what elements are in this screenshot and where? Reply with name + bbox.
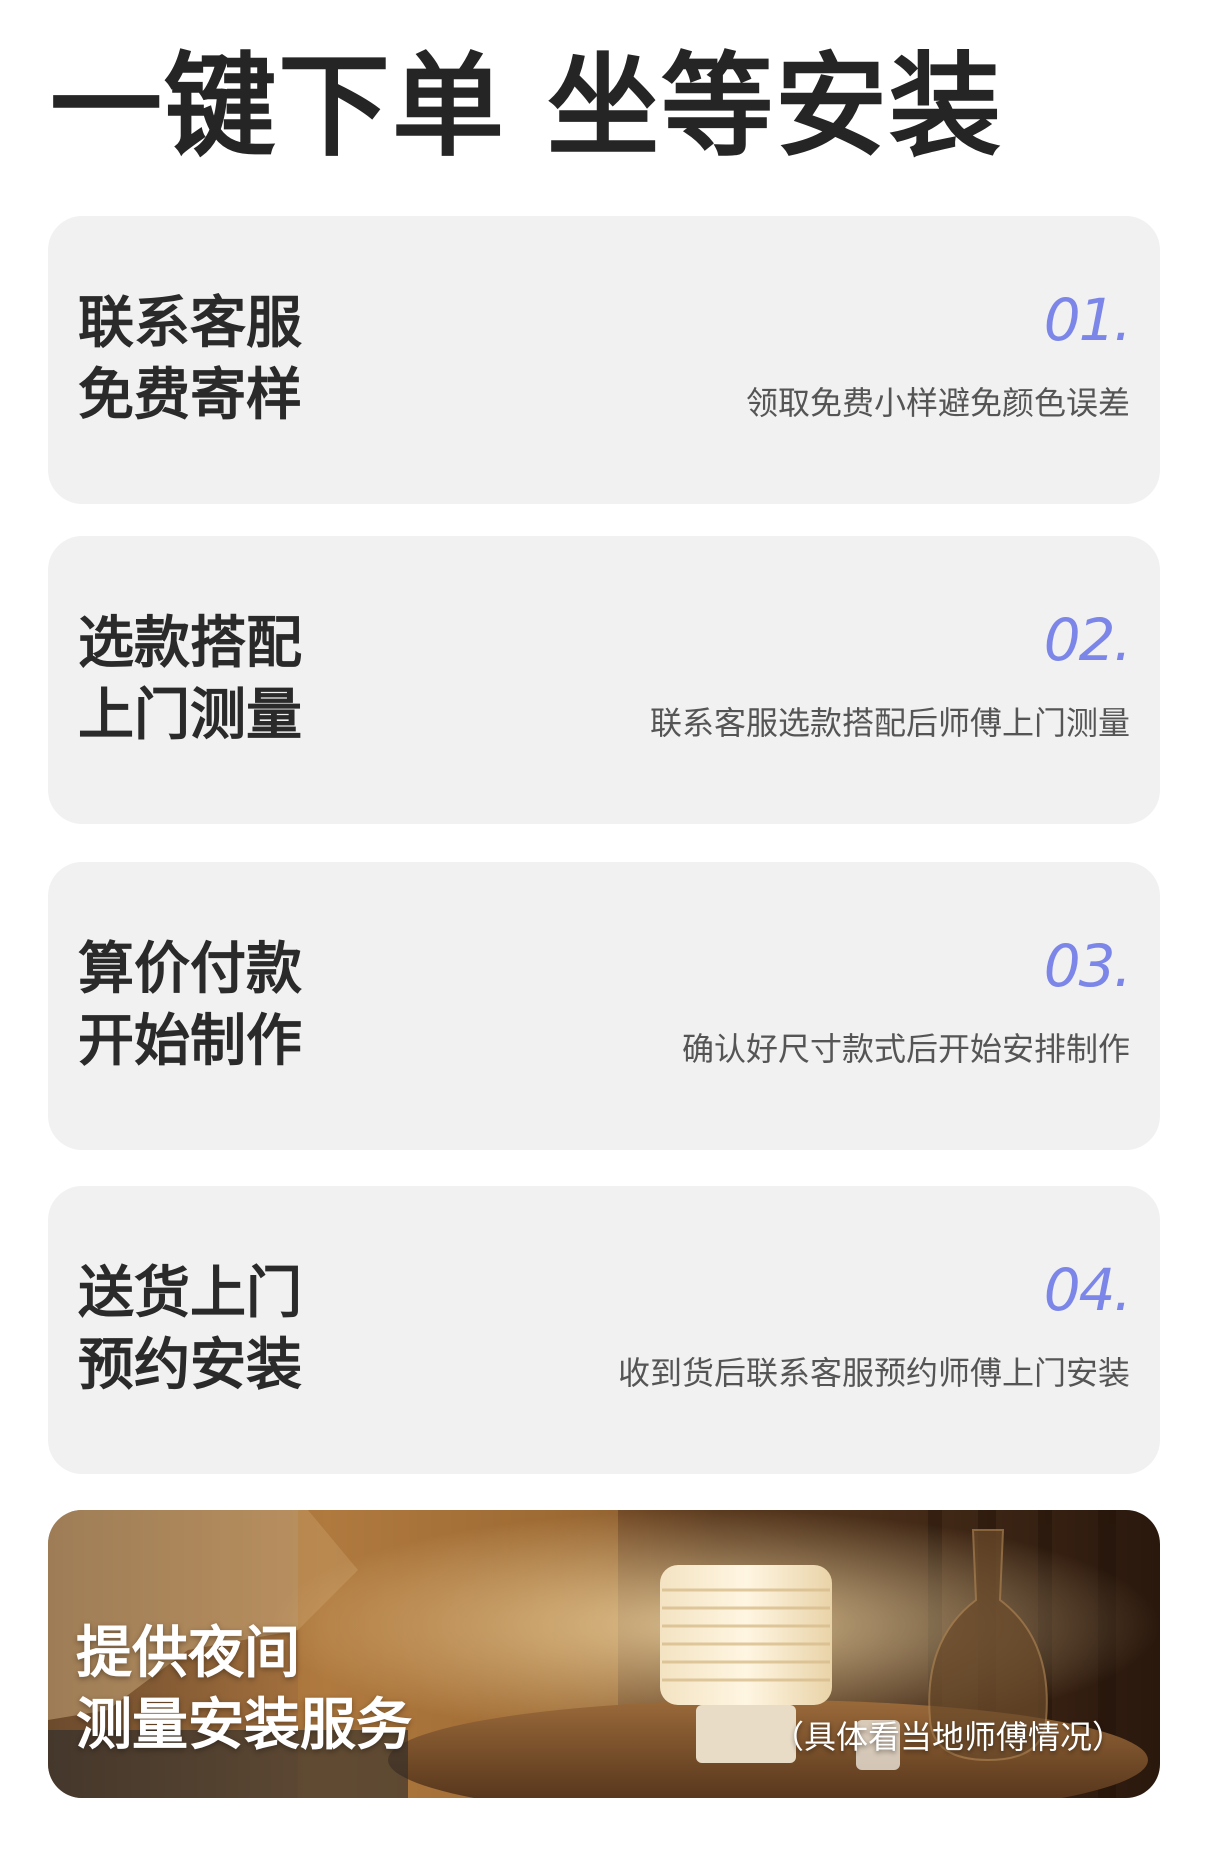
step-title-line2: 开始制作 bbox=[78, 1009, 302, 1074]
step-title-line2: 免费寄样 bbox=[78, 363, 302, 428]
step-description: 确认好尺寸款式后开始安排制作 bbox=[681, 1030, 1130, 1068]
step-title: 联系客服 免费寄样 bbox=[78, 288, 302, 432]
step-number: 04. bbox=[1043, 1256, 1132, 1324]
step-card-2: 选款搭配 上门测量 02. 联系客服选款搭配后师傅上门测量 bbox=[48, 536, 1160, 824]
step-title-line1: 送货上门 bbox=[78, 1261, 302, 1326]
step-title-line1: 联系客服 bbox=[78, 291, 302, 356]
step-number: 01. bbox=[1043, 286, 1132, 354]
step-card-4: 送货上门 预约安装 04. 收到货后联系客服预约师傅上门安装 bbox=[48, 1186, 1160, 1474]
step-card-3: 算价付款 开始制作 03. 确认好尺寸款式后开始安排制作 bbox=[48, 862, 1160, 1150]
banner-title-line2: 测量安装服务 bbox=[76, 1693, 412, 1758]
step-number: 02. bbox=[1043, 606, 1132, 674]
step-description: 收到货后联系客服预约师傅上门安装 bbox=[617, 1354, 1130, 1392]
step-title-line2: 预约安装 bbox=[78, 1333, 302, 1398]
step-title-line2: 上门测量 bbox=[78, 683, 302, 748]
step-number: 03. bbox=[1043, 932, 1132, 1000]
night-service-banner: 提供夜间 测量安装服务 （具体看当地师傅情况） bbox=[48, 1510, 1160, 1798]
step-title: 选款搭配 上门测量 bbox=[78, 608, 302, 752]
banner-title: 提供夜间 测量安装服务 bbox=[76, 1618, 412, 1762]
step-description: 联系客服选款搭配后师傅上门测量 bbox=[649, 704, 1130, 742]
step-title: 算价付款 开始制作 bbox=[78, 934, 302, 1078]
page-title: 一键下单 坐等安装 bbox=[50, 42, 1003, 172]
step-title-line1: 算价付款 bbox=[78, 937, 302, 1002]
step-title-line1: 选款搭配 bbox=[78, 611, 302, 676]
step-description: 领取免费小样避免颜色误差 bbox=[745, 384, 1130, 422]
banner-title-line1: 提供夜间 bbox=[76, 1621, 300, 1686]
banner-note: （具体看当地师傅情况） bbox=[771, 1718, 1124, 1756]
step-card-1: 联系客服 免费寄样 01. 领取免费小样避免颜色误差 bbox=[48, 216, 1160, 504]
step-title: 送货上门 预约安装 bbox=[78, 1258, 302, 1402]
